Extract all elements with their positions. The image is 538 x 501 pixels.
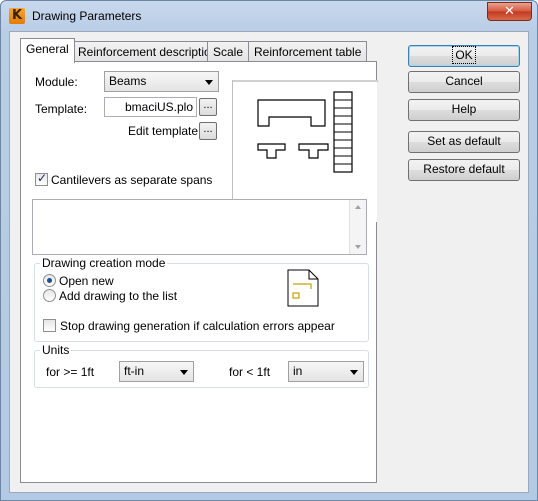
- units-legend: Units: [40, 343, 72, 357]
- tab-reinforcement-table-label: Reinforcement table: [254, 45, 362, 59]
- open-new-radio[interactable]: [43, 274, 56, 287]
- tab-reinforcement-description[interactable]: Reinforcement description: [72, 41, 224, 62]
- template-label: Template:: [35, 102, 88, 116]
- module-label: Module:: [35, 75, 78, 89]
- cancel-button[interactable]: Cancel: [408, 71, 520, 93]
- ok-button[interactable]: OK: [408, 45, 520, 67]
- open-new-label: Open new: [59, 274, 114, 288]
- title-bar[interactable]: Drawing Parameters ✕: [1, 1, 537, 31]
- drawing-creation-mode-legend: Drawing creation mode: [40, 256, 168, 270]
- ok-button-label: OK: [452, 46, 476, 64]
- dialog-window: Drawing Parameters ✕ General Reinforceme…: [0, 0, 538, 501]
- app-logo-icon: [9, 8, 25, 24]
- cantilevers-label: Cantilevers as separate spans: [51, 173, 213, 187]
- scroll-down-icon[interactable]: [355, 245, 361, 249]
- help-button[interactable]: Help: [408, 99, 520, 121]
- edit-template-button[interactable]: ...: [199, 122, 217, 140]
- units-lt-select[interactable]: in: [288, 361, 364, 382]
- module-select-value: Beams: [109, 74, 147, 88]
- cantilevers-checkbox[interactable]: [35, 171, 48, 186]
- edit-template-label: Edit template:: [128, 124, 202, 138]
- close-icon: ✕: [504, 4, 515, 19]
- template-browse-button[interactable]: ...: [199, 98, 217, 116]
- tab-reinforcement-description-label: Reinforcement description: [78, 45, 218, 59]
- tab-scale-label: Scale: [213, 45, 244, 59]
- add-drawing-radio[interactable]: [43, 289, 56, 302]
- close-button[interactable]: ✕: [487, 2, 532, 21]
- description-textarea[interactable]: [32, 199, 367, 255]
- chevron-down-icon: [205, 80, 213, 85]
- chevron-down-icon: [180, 370, 188, 375]
- chevron-down-icon: [350, 370, 358, 375]
- stop-generation-label: Stop drawing generation if calculation e…: [60, 319, 335, 333]
- stop-generation-checkbox[interactable]: [43, 319, 56, 332]
- units-ge-select[interactable]: ft-in: [119, 361, 194, 382]
- memo-scrollbar[interactable]: [349, 200, 366, 254]
- tab-general-label: General: [26, 42, 69, 56]
- units-ge-select-value: ft-in: [124, 364, 145, 378]
- restore-default-button[interactable]: Restore default: [408, 159, 520, 181]
- tab-reinforcement-table[interactable]: Reinforcement table: [248, 41, 368, 62]
- scroll-up-icon[interactable]: [355, 205, 361, 209]
- units-lt-select-value: in: [293, 364, 303, 378]
- tab-general[interactable]: General: [20, 38, 75, 63]
- units-ge-label: for >= 1ft: [46, 365, 95, 379]
- module-select[interactable]: Beams: [104, 71, 219, 92]
- drawing-document-icon: [287, 269, 319, 307]
- dialog-client-area: General Reinforcement description Scale …: [9, 31, 529, 493]
- set-as-default-button[interactable]: Set as default: [408, 131, 520, 153]
- tab-scale[interactable]: Scale: [207, 41, 250, 62]
- template-field[interactable]: bmaciUS.plo: [104, 97, 197, 117]
- add-drawing-label: Add drawing to the list: [59, 289, 178, 303]
- template-field-value: bmaciUS.plo: [124, 100, 193, 114]
- window-title: Drawing Parameters: [32, 9, 142, 23]
- units-lt-label: for < 1ft: [229, 365, 271, 379]
